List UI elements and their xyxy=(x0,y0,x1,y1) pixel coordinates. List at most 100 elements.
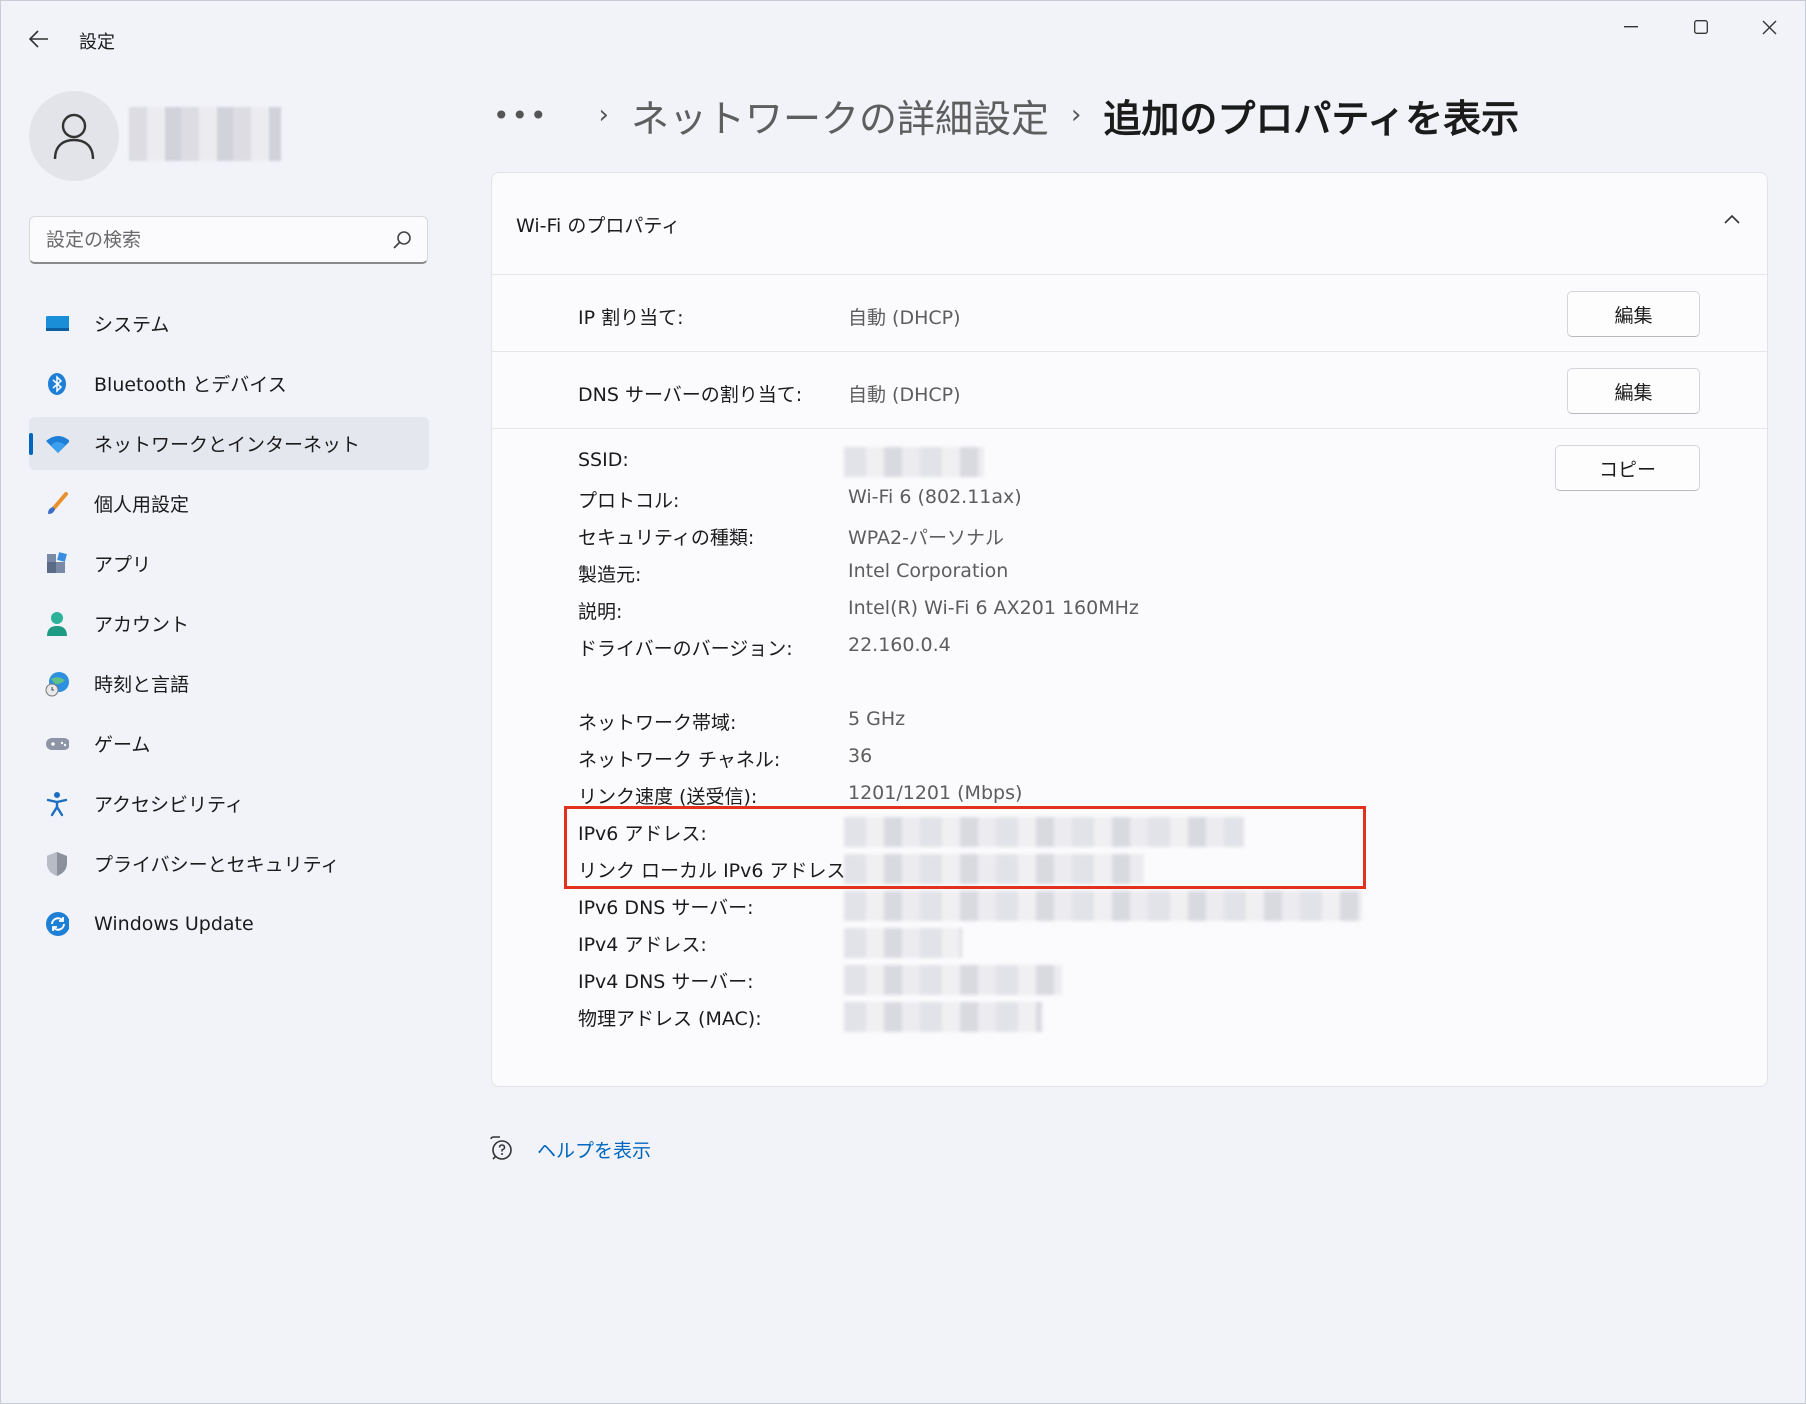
sidebar-item-label: ネットワークとインターネット xyxy=(94,434,361,456)
prop-protocol: プロトコル: Wi-Fi 6 (802.11ax) xyxy=(578,480,1578,517)
sidebar-item-label: Bluetooth とデバイス xyxy=(94,374,287,396)
prop-label: IPv6 DNS サーバー: xyxy=(578,897,754,919)
prop-manufacturer: 製造元: Intel Corporation xyxy=(578,554,1578,591)
ipv4-dns-redacted xyxy=(844,965,1062,995)
search-box[interactable] xyxy=(29,216,428,264)
title-bar: 設定 xyxy=(1,1,1805,77)
prop-ipv4-address: IPv4 アドレス: xyxy=(578,924,1578,961)
prop-mac-address: 物理アドレス (MAC): xyxy=(578,998,1578,1035)
mac-address-redacted xyxy=(844,1002,1042,1032)
monitor-icon xyxy=(45,312,69,336)
prop-label: 物理アドレス (MAC): xyxy=(578,1008,762,1030)
edit-dns-button[interactable]: 編集 xyxy=(1567,368,1700,414)
prop-label: 製造元: xyxy=(578,564,642,586)
globe-clock-icon xyxy=(45,672,69,697)
sidebar-item-apps[interactable]: アプリ xyxy=(29,537,429,590)
ip-assignment-value: 自動 (DHCP) xyxy=(848,307,961,329)
settings-window: 設定 システム Bluetooth とデバイス ネットワークとインターネット xyxy=(0,0,1806,1404)
dns-assignment-value: 自動 (DHCP) xyxy=(848,384,961,406)
prop-network-channel: ネットワーク チャネル: 36 xyxy=(578,739,1578,776)
breadcrumb-parent-link[interactable]: ネットワークの詳細設定 xyxy=(631,88,1049,143)
dns-assignment-label: DNS サーバーの割り当て: xyxy=(578,384,803,406)
chevron-up-icon[interactable] xyxy=(1723,213,1741,225)
prop-value: Wi-Fi 6 (802.11ax) xyxy=(848,486,1022,508)
edit-ip-button[interactable]: 編集 xyxy=(1567,291,1700,337)
ssid-value-redacted xyxy=(844,447,984,477)
sidebar-item-label: アプリ xyxy=(94,554,152,576)
search-input[interactable] xyxy=(46,225,386,255)
page-title: 追加のプロパティを表示 xyxy=(1103,96,1520,141)
apps-icon xyxy=(45,552,69,576)
sidebar-item-privacy[interactable]: プライバシーとセキュリティ xyxy=(29,837,429,890)
brush-icon xyxy=(45,492,69,516)
prop-value: 1201/1201 (Mbps) xyxy=(848,782,1023,804)
avatar[interactable] xyxy=(29,91,119,181)
search-icon xyxy=(393,231,411,249)
prop-label: リンク速度 (送受信): xyxy=(578,786,758,808)
chevron-right-icon: › xyxy=(1070,100,1082,130)
wifi-properties-panel: Wi-Fi のプロパティ IP 割り当て: 自動 (DHCP) 編集 DNS サ… xyxy=(491,172,1768,1087)
sidebar-item-bluetooth[interactable]: Bluetooth とデバイス xyxy=(29,357,429,410)
sidebar-item-personalization[interactable]: 個人用設定 xyxy=(29,477,429,530)
prop-value: WPA2-パーソナル xyxy=(848,527,1004,549)
help-chat-icon xyxy=(490,1136,512,1160)
close-icon xyxy=(1762,20,1776,34)
prop-security: セキュリティの種類: WPA2-パーソナル xyxy=(578,517,1578,554)
prop-label: ネットワーク チャネル: xyxy=(578,749,781,771)
prop-label: IPv4 アドレス: xyxy=(578,934,707,956)
sidebar-item-label: アカウント xyxy=(94,614,190,636)
dns-assignment-row: DNS サーバーの割り当て: 自動 (DHCP) 編集 xyxy=(492,352,1767,429)
panel-header[interactable]: Wi-Fi のプロパティ xyxy=(492,173,1767,275)
user-name-redacted xyxy=(129,107,281,161)
sidebar-item-label: プライバシーとセキュリティ xyxy=(94,854,340,876)
prop-label: 説明: xyxy=(578,601,623,623)
sidebar-item-windows-update[interactable]: Windows Update xyxy=(29,897,429,950)
prop-label: プロトコル: xyxy=(578,490,680,512)
breadcrumb-more-button[interactable]: ••• xyxy=(493,99,549,132)
minimize-button[interactable] xyxy=(1601,9,1661,45)
gamepad-icon xyxy=(45,732,69,756)
accessibility-icon xyxy=(45,792,69,817)
ipv6-dns-redacted xyxy=(844,891,1362,921)
account-icon xyxy=(45,612,69,636)
sidebar-item-accounts[interactable]: アカウント xyxy=(29,597,429,650)
sidebar-nav: システム Bluetooth とデバイス ネットワークとインターネット 個人用設… xyxy=(29,297,429,957)
breadcrumb: ••• › ネットワークの詳細設定 › 追加のプロパティを表示 xyxy=(493,85,1519,145)
prop-value: Intel(R) Wi-Fi 6 AX201 160MHz xyxy=(848,597,1139,619)
sidebar-item-accessibility[interactable]: アクセシビリティ xyxy=(29,777,429,830)
back-button[interactable] xyxy=(23,23,55,55)
maximize-button[interactable] xyxy=(1671,9,1731,45)
sidebar-item-label: ゲーム xyxy=(94,734,151,756)
minimize-icon xyxy=(1624,26,1638,28)
shield-icon xyxy=(45,852,69,876)
sidebar-item-gaming[interactable]: ゲーム xyxy=(29,717,429,770)
prop-ssid: SSID: xyxy=(578,443,1578,480)
ipv4-address-redacted xyxy=(844,928,962,958)
close-button[interactable] xyxy=(1739,9,1799,45)
refresh-icon xyxy=(45,912,69,936)
app-title: 設定 xyxy=(79,32,115,53)
sidebar-item-system[interactable]: システム xyxy=(29,297,429,350)
prop-network-band: ネットワーク帯域: 5 GHz xyxy=(578,702,1578,739)
sidebar-item-network[interactable]: ネットワークとインターネット xyxy=(29,417,429,470)
back-arrow-icon xyxy=(29,30,48,48)
wifi-icon xyxy=(45,432,69,456)
prop-driver-version: ドライバーのバージョン: 22.160.0.4 xyxy=(578,628,1578,665)
help-link[interactable]: ヘルプを表示 xyxy=(537,1136,651,1163)
prop-value: 5 GHz xyxy=(848,708,906,730)
sidebar-item-label: システム xyxy=(94,314,170,336)
maximize-icon xyxy=(1694,20,1708,34)
user-icon xyxy=(53,113,95,160)
sidebar-item-label: Windows Update xyxy=(94,912,254,935)
highlight-box xyxy=(564,806,1366,889)
sidebar-item-label: アクセシビリティ xyxy=(94,794,244,816)
prop-label: ドライバーのバージョン: xyxy=(578,638,793,660)
chevron-right-icon: › xyxy=(598,100,609,130)
prop-label: IPv4 DNS サーバー: xyxy=(578,971,754,993)
help-link-row[interactable]: ヘルプを表示 xyxy=(487,1135,651,1163)
prop-value: 22.160.0.4 xyxy=(848,634,951,656)
prop-label: SSID: xyxy=(578,449,629,471)
prop-ipv4-dns: IPv4 DNS サーバー: xyxy=(578,961,1578,998)
sidebar-item-time-language[interactable]: 時刻と言語 xyxy=(29,657,429,710)
bluetooth-icon xyxy=(45,372,69,396)
